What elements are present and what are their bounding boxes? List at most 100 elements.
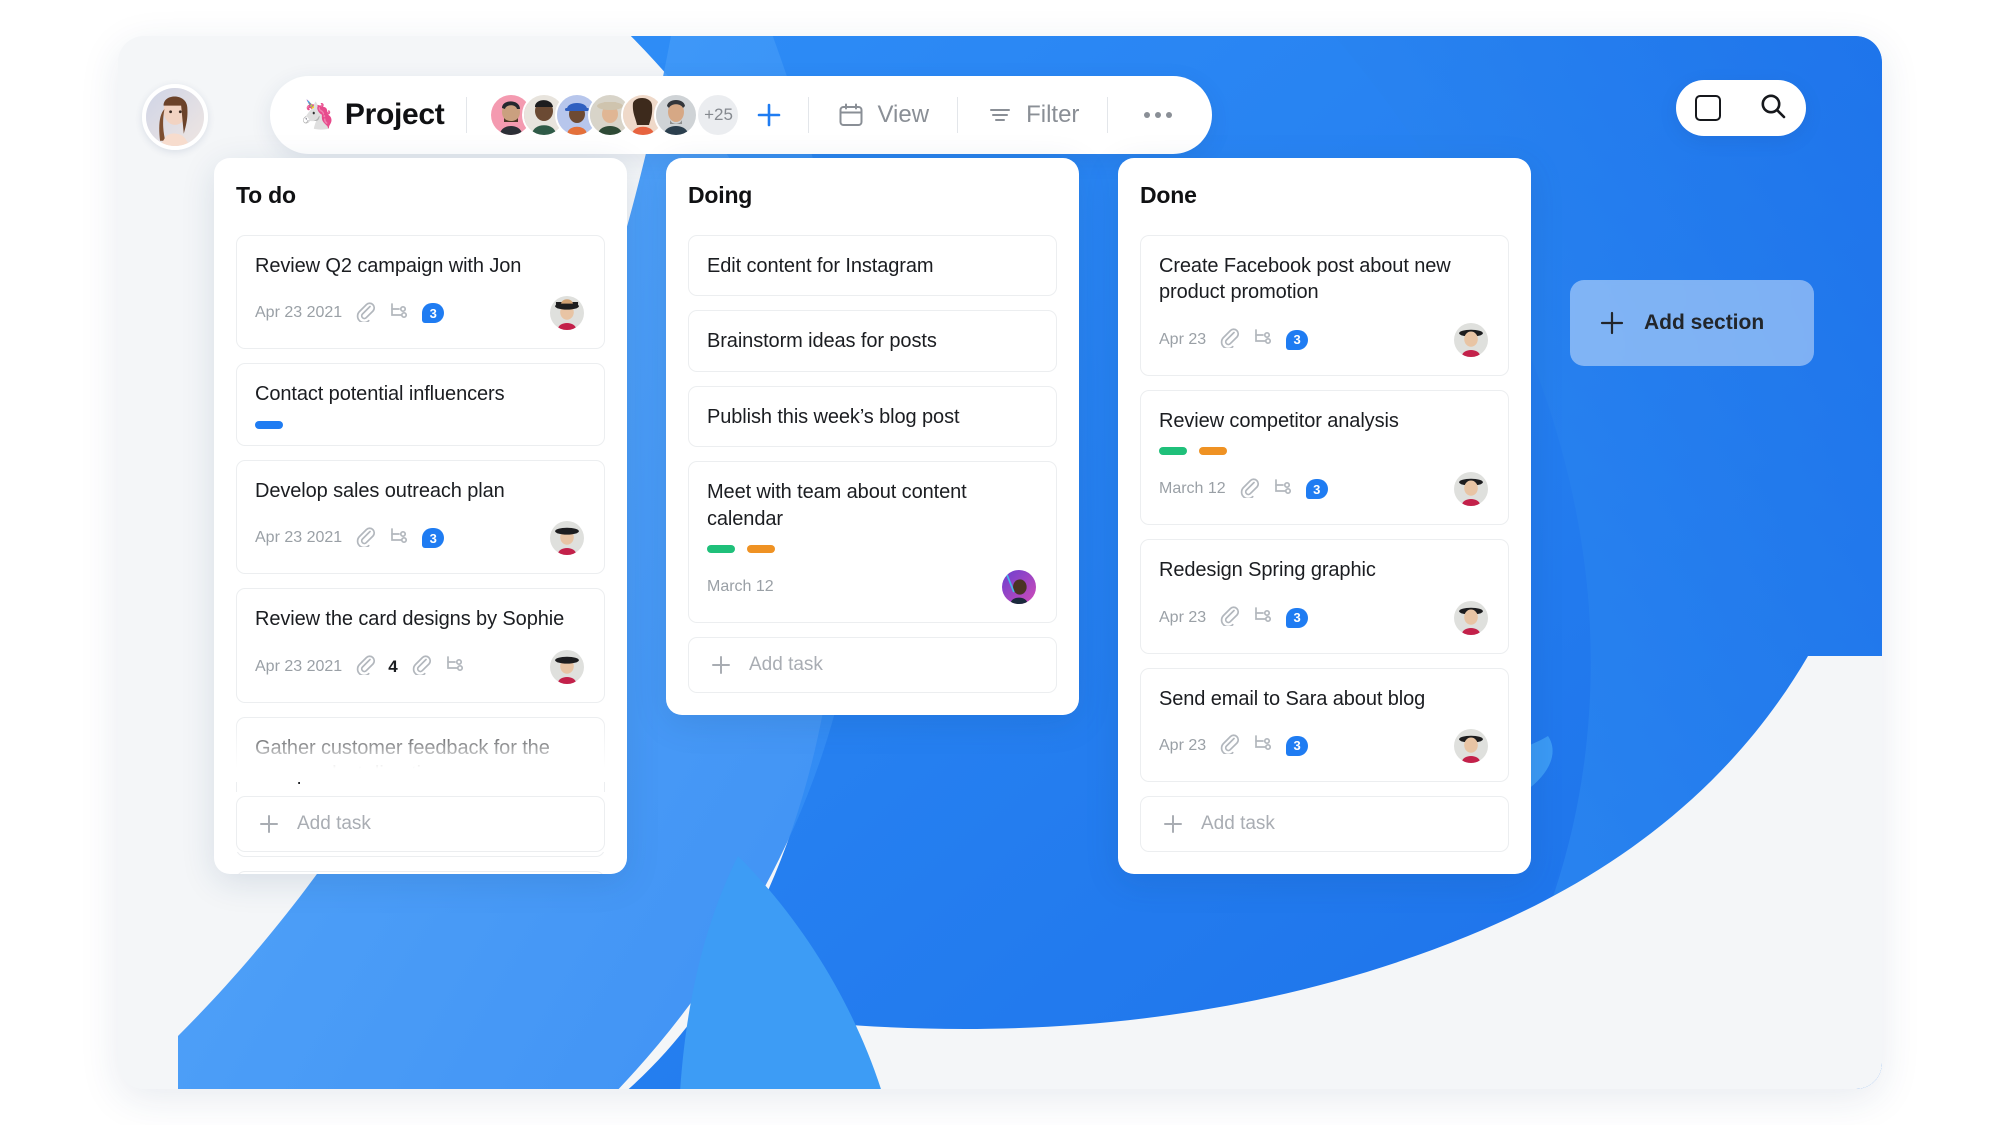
avatar[interactable] — [654, 93, 699, 137]
task-title: Review competitor analysis — [1159, 409, 1399, 432]
kanban-board: To do Review Q2 campaign with Jon Apr 23… — [214, 158, 1814, 1008]
column-done: Done Create Facebook post about new prod… — [1118, 158, 1531, 874]
add-task-label: Add task — [297, 813, 371, 834]
ellipsis-icon — [1144, 112, 1173, 118]
avatar[interactable] — [548, 294, 586, 333]
task-meta: Apr 23 2021 3 — [255, 519, 586, 558]
plus-icon — [709, 653, 733, 677]
add-task-button[interactable]: Add task — [688, 636, 1057, 693]
avatar[interactable] — [548, 519, 586, 558]
task-card[interactable]: Edit content for Instagram — [688, 235, 1057, 297]
subtask-icon[interactable] — [388, 525, 410, 552]
subtask-icon[interactable] — [1252, 604, 1274, 631]
task-meta: Apr 23 3 — [1159, 320, 1490, 359]
plus-icon — [257, 812, 281, 836]
add-member-button[interactable] — [752, 98, 786, 132]
add-section-button[interactable]: Add section — [1570, 280, 1814, 366]
search-icon[interactable] — [1758, 91, 1788, 126]
task-title: Meet with team about content calendar — [707, 481, 967, 530]
task-card[interactable]: Brainstorm ideas for posts — [688, 310, 1057, 372]
comment-count-badge[interactable]: 3 — [1286, 735, 1309, 756]
avatar[interactable] — [1452, 726, 1490, 765]
comment-count-badge[interactable]: 3 — [1286, 607, 1309, 628]
task-title: Send email to Sara about blog — [1159, 687, 1426, 710]
task-card[interactable]: Review Q2 campaign with Jon Apr 23 2021 … — [236, 235, 605, 350]
column-todo: To do Review Q2 campaign with Jon Apr 23… — [214, 158, 627, 874]
task-date: March 12 — [1159, 480, 1226, 498]
add-section-label: Add section — [1644, 311, 1765, 334]
member-avatars: +25 — [489, 93, 786, 137]
attachment-icon[interactable] — [1218, 604, 1240, 631]
task-date: March 12 — [707, 577, 774, 595]
column-title: Doing — [688, 182, 753, 208]
task-tags — [255, 420, 586, 429]
divider — [808, 97, 810, 133]
member-overflow-count[interactable]: +25 — [696, 93, 741, 137]
task-card[interactable]: Review the card designs by Sophie Apr 23… — [236, 588, 605, 703]
calendar-icon — [837, 101, 865, 129]
subtask-icon[interactable] — [1252, 326, 1274, 353]
attachment-icon[interactable] — [354, 653, 376, 680]
attachment-icon[interactable] — [1218, 326, 1240, 353]
subtask-icon[interactable] — [1252, 732, 1274, 759]
add-task-todo-wrap: Add task — [236, 792, 605, 852]
plus-icon — [1161, 812, 1185, 836]
divider — [466, 97, 468, 133]
task-card[interactable]: Develop sales outreach plan Apr 23 2021 … — [236, 459, 605, 575]
subtask-icon[interactable] — [444, 653, 466, 680]
filter-button[interactable]: Filter — [980, 101, 1085, 129]
more-options-button[interactable] — [1130, 112, 1186, 118]
task-card[interactable]: Redesign Spring graphic Apr 23 3 — [1140, 539, 1509, 654]
subtask-icon[interactable] — [388, 300, 410, 327]
attachment-icon[interactable] — [354, 300, 376, 327]
comment-count-badge[interactable]: 3 — [422, 528, 445, 549]
task-card[interactable]: Contact potential influencers — [236, 363, 605, 446]
tag-green — [707, 544, 735, 553]
divider — [957, 97, 959, 133]
add-task-label: Add task — [1201, 812, 1275, 834]
task-date: Apr 23 — [1159, 608, 1207, 626]
attachment-icon[interactable] — [410, 653, 432, 680]
task-card[interactable]: Send email to Sara about blog Apr 23 3 — [1140, 667, 1509, 782]
project-toolbar: 🦄 Project +25 View Filter — [270, 76, 1213, 154]
attachment-icon[interactable] — [354, 525, 376, 552]
tag-orange — [747, 544, 775, 553]
attachment-icon[interactable] — [1238, 476, 1260, 503]
plus-icon — [758, 103, 781, 127]
avatar[interactable] — [548, 647, 586, 686]
task-meta: March 12 3 — [1159, 470, 1490, 509]
task-card[interactable]: Create Facebook post about new product p… — [1140, 235, 1509, 376]
current-user-avatar[interactable] — [142, 84, 208, 150]
comment-count-badge[interactable]: 3 — [1286, 329, 1309, 350]
task-card[interactable]: Turn the sheet into a visual dashboard f… — [236, 871, 605, 874]
task-card[interactable]: Review competitor analysis March 12 3 — [1140, 389, 1509, 526]
comment-count-badge[interactable]: 3 — [422, 303, 445, 324]
avatar[interactable] — [1452, 320, 1490, 359]
avatar[interactable] — [1000, 567, 1038, 606]
tag-green — [1159, 447, 1187, 456]
subtask-icon[interactable] — [1272, 476, 1294, 503]
attachment-icon[interactable] — [1218, 732, 1240, 759]
task-meta: Apr 23 2021 3 — [255, 294, 586, 333]
task-meta: March 12 — [707, 567, 1038, 606]
view-button[interactable]: View — [831, 101, 935, 129]
task-card[interactable]: Meet with team about content calendar Ma… — [688, 461, 1057, 623]
task-date: Apr 23 2021 — [255, 529, 343, 547]
column-title: To do — [236, 182, 296, 208]
filter-lines-icon — [986, 101, 1014, 129]
add-task-button[interactable]: Add task — [1140, 795, 1509, 852]
task-title: Develop sales outreach plan — [255, 479, 505, 502]
comment-count-badge[interactable]: 3 — [1305, 479, 1328, 500]
task-card[interactable]: Publish this week’s blog post — [688, 385, 1057, 448]
task-meta: Apr 23 3 — [1159, 598, 1490, 637]
avatar[interactable] — [1452, 598, 1490, 637]
search-bar — [1676, 80, 1806, 136]
unicorn-icon: 🦄 — [300, 99, 335, 130]
square-icon[interactable] — [1694, 95, 1721, 121]
view-label: View — [877, 101, 930, 128]
app-window: 🦄 Project +25 View Filter To do Review Q… — [118, 36, 1882, 1089]
task-title: Gather customer feedback for the new pro… — [255, 736, 550, 785]
add-task-button[interactable]: Add task — [236, 796, 605, 852]
task-meta: Apr 23 3 — [1159, 726, 1490, 765]
avatar[interactable] — [1452, 470, 1490, 509]
